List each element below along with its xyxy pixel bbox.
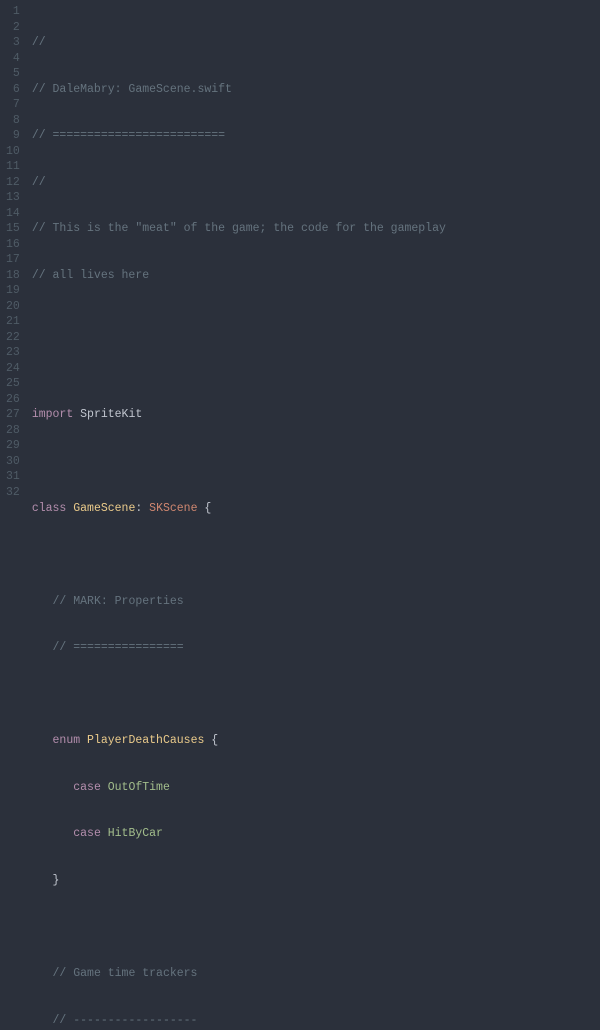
line-number: 19 (6, 283, 20, 299)
line-number: 5 (6, 66, 20, 82)
line-number: 29 (6, 438, 20, 454)
code-line: } (32, 873, 590, 889)
line-number: 4 (6, 51, 20, 67)
line-number: 7 (6, 97, 20, 113)
line-number: 21 (6, 314, 20, 330)
code-line: case HitByCar (32, 826, 590, 842)
line-number: 3 (6, 35, 20, 51)
line-number: 11 (6, 159, 20, 175)
line-number-gutter: 1234567891011121314151617181920212223242… (0, 0, 28, 515)
code-line: // Game time trackers (32, 966, 590, 982)
line-number: 27 (6, 407, 20, 423)
code-line (32, 454, 590, 470)
code-line: // (32, 35, 590, 51)
code-line: // ================ (32, 640, 590, 656)
line-number: 15 (6, 221, 20, 237)
code-editor[interactable]: 1234567891011121314151617181920212223242… (0, 0, 600, 515)
code-line (32, 919, 590, 935)
line-number: 12 (6, 175, 20, 191)
line-number: 22 (6, 330, 20, 346)
line-number: 2 (6, 20, 20, 36)
line-number: 31 (6, 469, 20, 485)
code-line: // MARK: Properties (32, 594, 590, 610)
line-number: 20 (6, 299, 20, 315)
code-line (32, 361, 590, 377)
line-number: 9 (6, 128, 20, 144)
code-line: // ========================= (32, 128, 590, 144)
line-number: 14 (6, 206, 20, 222)
code-line: // ------------------ (32, 1013, 590, 1029)
code-line: // all lives here (32, 268, 590, 284)
code-line (32, 314, 590, 330)
line-number: 6 (6, 82, 20, 98)
line-number: 1 (6, 4, 20, 20)
line-number: 28 (6, 423, 20, 439)
line-number: 24 (6, 361, 20, 377)
line-number: 32 (6, 485, 20, 501)
code-line: // DaleMabry: GameScene.swift (32, 82, 590, 98)
code-line: // This is the "meat" of the game; the c… (32, 221, 590, 237)
line-number: 23 (6, 345, 20, 361)
line-number: 18 (6, 268, 20, 284)
code-line: import SpriteKit (32, 407, 590, 423)
code-line: class GameScene: SKScene { (32, 501, 590, 517)
code-line (32, 547, 590, 563)
code-line: enum PlayerDeathCauses { (32, 733, 590, 749)
line-number: 8 (6, 113, 20, 129)
line-number: 13 (6, 190, 20, 206)
line-number: 26 (6, 392, 20, 408)
line-number: 10 (6, 144, 20, 160)
line-number: 16 (6, 237, 20, 253)
line-number: 30 (6, 454, 20, 470)
code-line: case OutOfTime (32, 780, 590, 796)
code-line: // (32, 175, 590, 191)
code-area[interactable]: // // DaleMabry: GameScene.swift // ====… (28, 0, 600, 515)
code-line (32, 687, 590, 703)
line-number: 17 (6, 252, 20, 268)
line-number: 25 (6, 376, 20, 392)
